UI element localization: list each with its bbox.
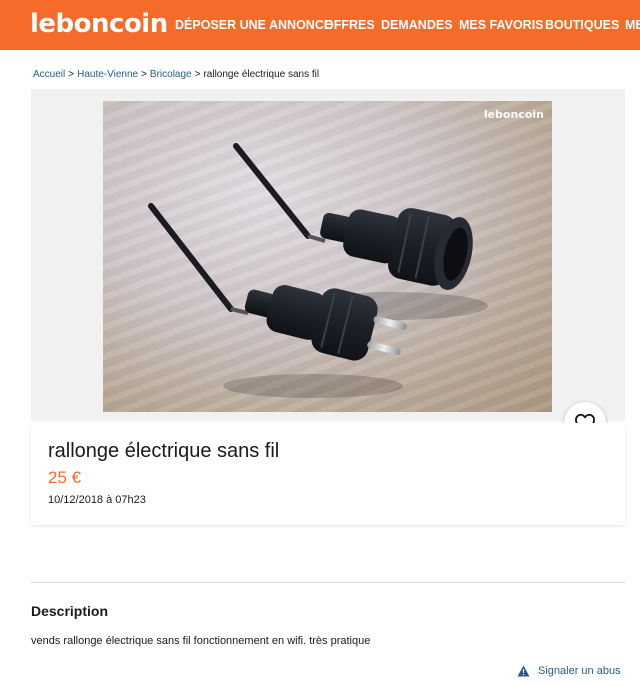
- nav-more[interactable]: ME: [625, 18, 640, 32]
- breadcrumb-category[interactable]: Bricolage: [150, 69, 192, 80]
- photo-gallery: leboncoin: [31, 89, 625, 421]
- nav-offers[interactable]: OFFRES: [324, 18, 375, 32]
- listing-date: 10/12/2018 à 07h23: [48, 494, 146, 506]
- report-abuse-label: Signaler un abus: [538, 665, 621, 677]
- extension-cord-illustration: [148, 143, 488, 398]
- listing-summary-card: rallonge électrique sans fil 25 € 10/12/…: [31, 423, 625, 525]
- description-text: vends rallonge électrique sans fil fonct…: [31, 635, 371, 647]
- breadcrumb-separator: >: [68, 69, 75, 80]
- breadcrumb-separator: >: [194, 69, 201, 80]
- description-heading: Description: [31, 603, 109, 619]
- nav-requests[interactable]: DEMANDES: [381, 18, 453, 32]
- breadcrumb-region[interactable]: Haute-Vienne: [77, 69, 138, 80]
- photo-watermark: leboncoin: [483, 108, 544, 121]
- listing-price: 25 €: [48, 468, 82, 487]
- breadcrumb-separator: >: [141, 69, 147, 80]
- listing-title: rallonge électrique sans fil: [48, 440, 280, 462]
- site-logo[interactable]: leboncoin: [30, 9, 168, 39]
- nav-shops[interactable]: BOUTIQUES: [545, 18, 619, 32]
- breadcrumb: Accueil > Haute-Vienne > Bricolage > rallonge …: [33, 69, 319, 80]
- section-divider: [31, 582, 625, 583]
- top-header: leboncoin DÉPOSER UNE ANNONCE OFFRES DEM…: [0, 0, 640, 50]
- breadcrumb-current: rallonge électrique sans fil: [203, 69, 320, 80]
- breadcrumb-home[interactable]: Accueil: [33, 69, 65, 80]
- report-abuse-link[interactable]: Signaler un abus: [517, 665, 621, 677]
- listing-photo[interactable]: leboncoin: [103, 101, 552, 412]
- nav-post-ad[interactable]: DÉPOSER UNE ANNONCE: [175, 18, 332, 32]
- nav-favorites[interactable]: MES FAVORIS: [459, 18, 544, 32]
- warning-icon: [517, 665, 530, 677]
